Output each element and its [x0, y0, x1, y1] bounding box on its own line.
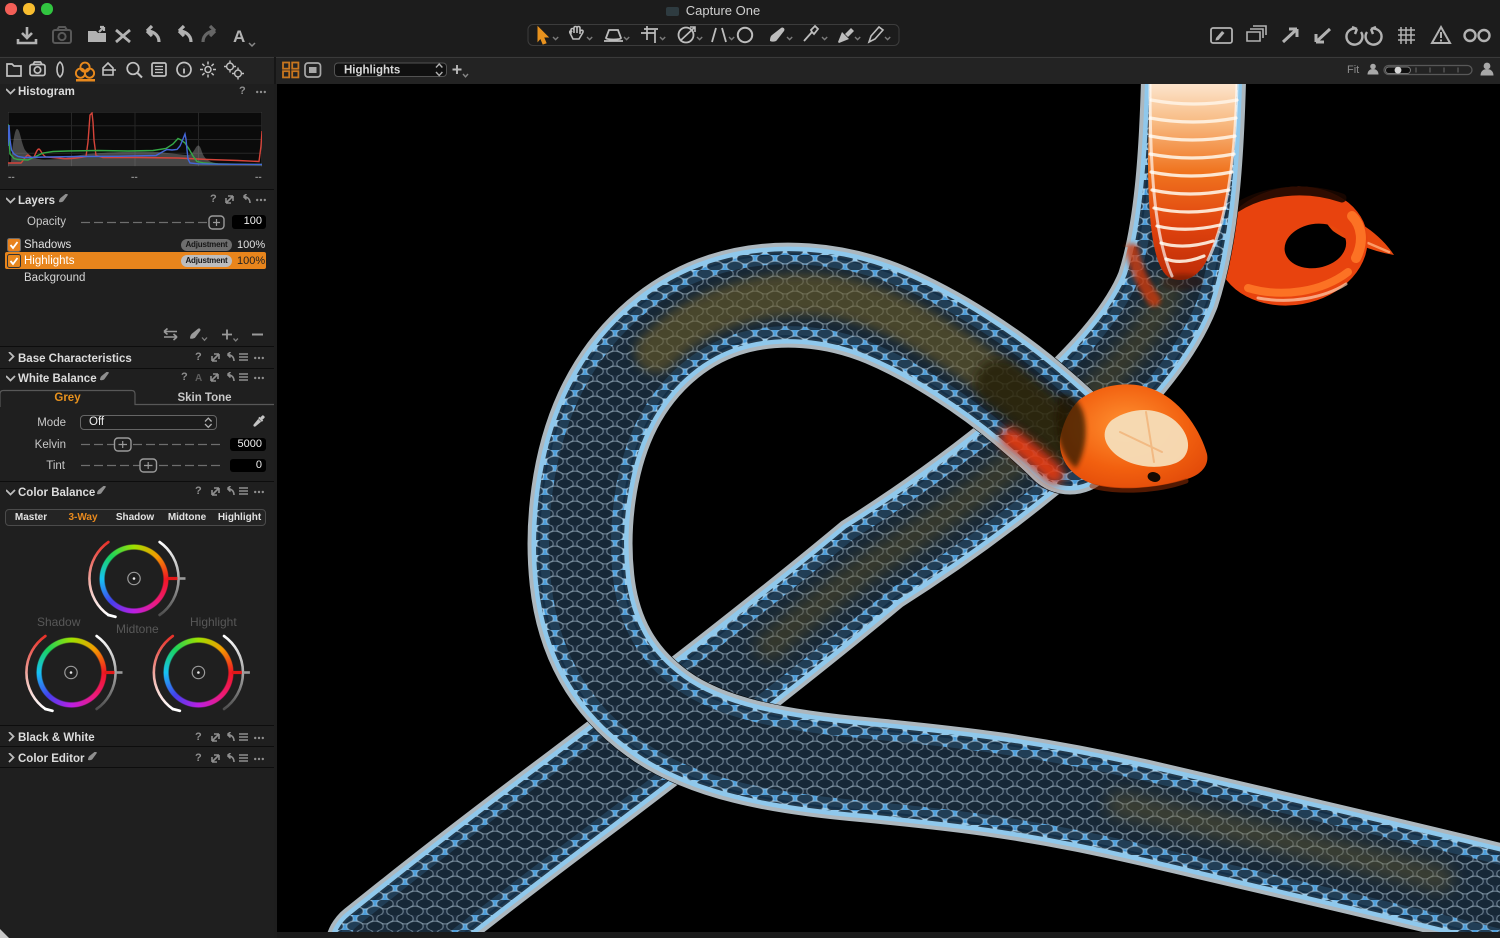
svg-text:Fit: Fit	[1347, 64, 1359, 76]
svg-text:Highlights: Highlights	[344, 65, 400, 77]
svg-text:Shadow: Shadow	[37, 615, 81, 629]
svg-text:Midtone: Midtone	[116, 622, 159, 636]
svg-text:A: A	[195, 373, 202, 384]
svg-text:Highlight: Highlight	[190, 615, 237, 629]
